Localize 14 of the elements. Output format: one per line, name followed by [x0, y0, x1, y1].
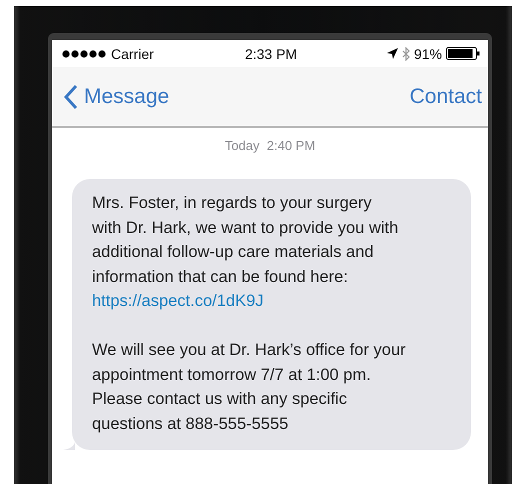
signal-icon: [62, 50, 107, 58]
status-time: 2:33 PM: [244, 46, 298, 62]
message-timestamp: Today 2:40 PM: [224, 138, 316, 153]
contact-button[interactable]: Contact: [410, 84, 482, 108]
message-link[interactable]: https://aspect.co/1dK9J: [92, 289, 264, 314]
battery-percent: 91%: [414, 46, 442, 62]
battery-icon: [446, 47, 480, 60]
carrier-label: Carrier: [111, 46, 154, 62]
back-chevron-icon: [64, 84, 78, 110]
back-button[interactable]: Message: [64, 84, 170, 110]
message-text: Mrs. Foster, in regards to your surgery with Dr. Hark, we want to provide you with additional follow-up care materials and information that can be found here:: [92, 193, 400, 288]
bluetooth-icon: [402, 46, 410, 60]
location-icon: [386, 48, 398, 59]
message-text: We will see you at Dr. Hark’s office for your appointment tomorrow 7/7 at 1:00 pm. Please contact us with any specific questions at 888-555-5555: [92, 340, 407, 434]
